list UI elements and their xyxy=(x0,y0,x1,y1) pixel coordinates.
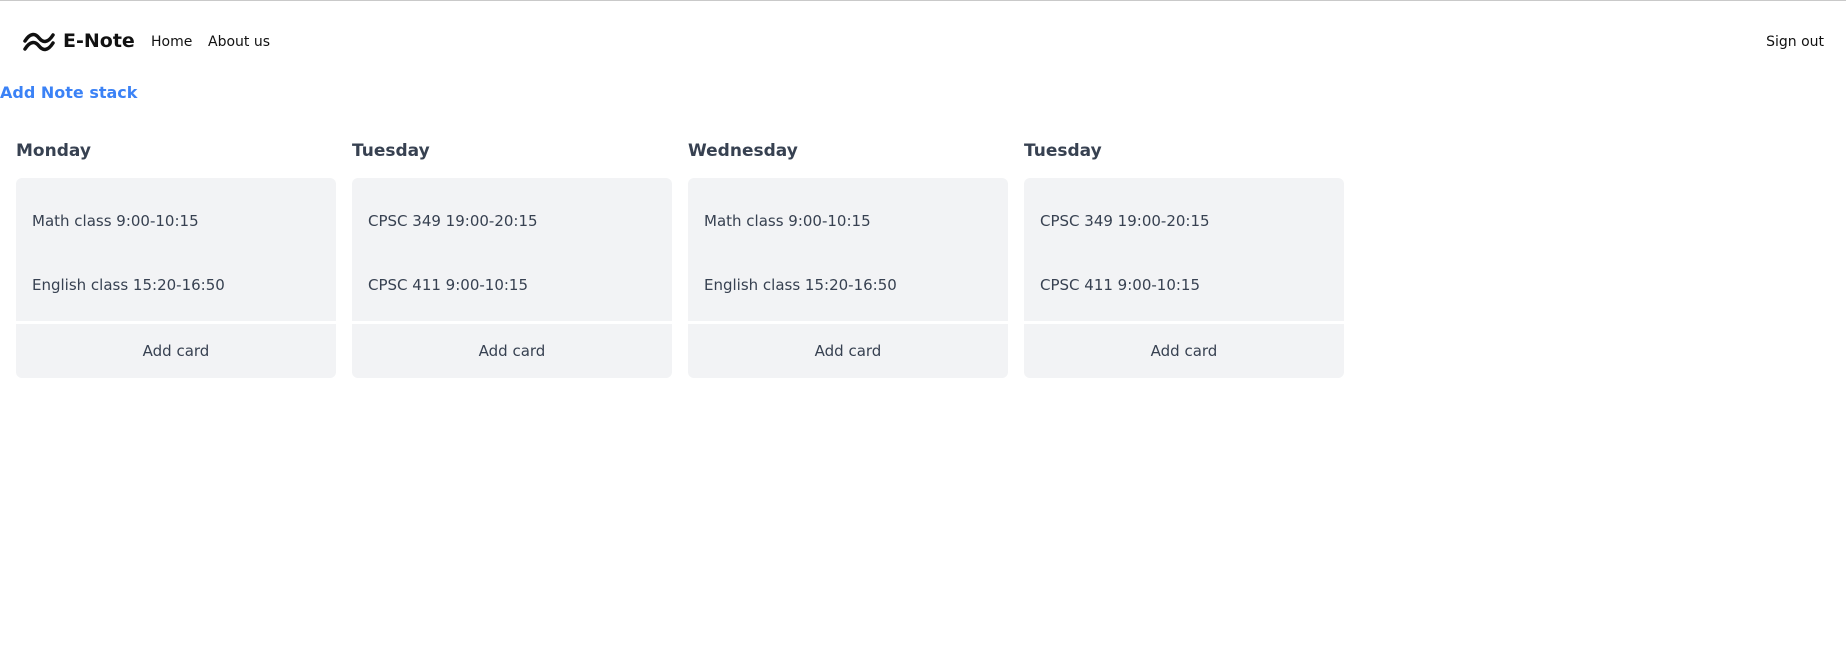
add-card-button[interactable]: Add card xyxy=(688,324,1008,378)
stack-title: Wednesday xyxy=(688,141,798,161)
wave-logo-icon xyxy=(23,32,55,52)
stack-body: CPSC 349 19:00-20:15 CPSC 411 9:00-10:15… xyxy=(352,178,672,378)
note-card[interactable]: English class 15:20-16:50 xyxy=(704,275,897,295)
card-list: CPSC 349 19:00-20:15 CPSC 411 9:00-10:15 xyxy=(352,178,672,321)
brand-name: E-Note xyxy=(63,30,135,52)
card-list: CPSC 349 19:00-20:15 CPSC 411 9:00-10:15 xyxy=(1024,178,1344,321)
note-stack: Wednesday Math class 9:00-10:15 English … xyxy=(688,140,1008,378)
navbar: E-Note Home About us Sign out xyxy=(0,1,1846,81)
stack-body: Math class 9:00-10:15 English class 15:2… xyxy=(688,178,1008,378)
stack-title: Tuesday xyxy=(352,141,430,161)
note-card[interactable]: Math class 9:00-10:15 xyxy=(704,211,871,231)
note-card[interactable]: CPSC 411 9:00-10:15 xyxy=(368,275,528,295)
note-card[interactable]: CPSC 349 19:00-20:15 xyxy=(1040,211,1210,231)
add-note-stack-link[interactable]: Add Note stack xyxy=(0,83,137,103)
note-card[interactable]: Math class 9:00-10:15 xyxy=(32,211,199,231)
nav-about-link[interactable]: About us xyxy=(208,33,270,51)
note-card[interactable]: CPSC 349 19:00-20:15 xyxy=(368,211,538,231)
nav-home-link[interactable]: Home xyxy=(151,33,192,51)
brand[interactable]: E-Note xyxy=(22,29,135,53)
stack-body: Math class 9:00-10:15 English class 15:2… xyxy=(16,178,336,378)
stack-title: Tuesday xyxy=(1024,141,1102,161)
sign-out-link[interactable]: Sign out xyxy=(1766,33,1824,51)
add-card-button[interactable]: Add card xyxy=(352,324,672,378)
add-card-button[interactable]: Add card xyxy=(1024,324,1344,378)
stack-body: CPSC 349 19:00-20:15 CPSC 411 9:00-10:15… xyxy=(1024,178,1344,378)
note-stack: Monday Math class 9:00-10:15 English cla… xyxy=(16,140,336,378)
note-stack: Tuesday CPSC 349 19:00-20:15 CPSC 411 9:… xyxy=(352,140,672,378)
add-card-button[interactable]: Add card xyxy=(16,324,336,378)
card-list: Math class 9:00-10:15 English class 15:2… xyxy=(688,178,1008,321)
card-list: Math class 9:00-10:15 English class 15:2… xyxy=(16,178,336,321)
note-card[interactable]: English class 15:20-16:50 xyxy=(32,275,225,295)
note-card[interactable]: CPSC 411 9:00-10:15 xyxy=(1040,275,1200,295)
stack-title: Monday xyxy=(16,141,91,161)
note-stack: Tuesday CPSC 349 19:00-20:15 CPSC 411 9:… xyxy=(1024,140,1344,378)
